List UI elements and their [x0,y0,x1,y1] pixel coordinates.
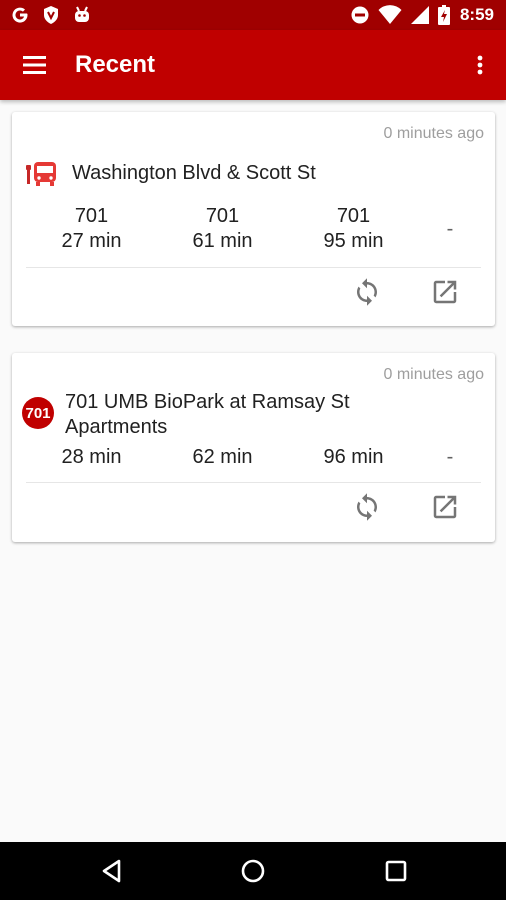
open-external-button[interactable] [430,492,460,522]
open-external-button[interactable] [430,277,460,307]
recents-button[interactable] [381,856,411,886]
arrivals-row: 28 min 62 min 96 min - [26,445,481,470]
more-vert-icon [477,55,483,75]
android-icon [75,6,89,22]
app-bar: Recent [0,30,506,100]
navigation-bar [0,842,506,900]
stop-name-line2: Apartments [65,416,168,438]
stop-card[interactable]: 0 minutes ago Washington Blvd & Scott St… [12,112,495,326]
arrival-item[interactable]: 701 61 min [157,204,288,254]
overflow-menu-button[interactable] [468,50,492,80]
google-icon [12,7,28,23]
divider [26,267,481,268]
stop-name-line1: 701 UMB BioPark at Ramsay St [65,391,350,413]
route-card[interactable]: 0 minutes ago 701 701 UMB BioPark at Ram… [12,353,495,542]
arrival-time: 96 min [323,446,384,468]
bus-stop-icon [26,162,56,186]
arrival-route: 701 [205,205,240,227]
shield-icon [44,6,58,24]
hamburger-menu-icon [23,56,46,74]
open-external-icon [433,280,457,304]
timestamp: 0 minutes ago [383,125,484,142]
arrival-item[interactable]: 62 min [157,445,288,470]
arrival-time: 62 min [192,446,253,468]
stop-name: Washington Blvd & Scott St [72,162,316,184]
back-icon [102,859,121,883]
refresh-button[interactable] [352,277,382,307]
arrival-item[interactable]: 701 27 min [26,204,157,254]
home-button[interactable] [238,856,268,886]
arrivals-row: 701 27 min 701 61 min 701 95 min - [26,204,481,254]
empty-arrival: - [446,446,454,468]
stop-name: 701 UMB BioPark at Ramsay St Apartments [65,390,350,440]
back-button[interactable] [97,856,127,886]
wifi-icon [378,5,402,24]
refresh-button[interactable] [352,492,382,522]
refresh-icon [357,493,377,521]
page-title: Recent [75,51,156,78]
battery-icon [437,5,450,25]
arrival-item[interactable]: 701 95 min [288,204,419,254]
status-bar: 8:59 [0,0,506,30]
refresh-icon [357,278,377,306]
clock: 8:59 [459,5,494,24]
signal-icon [410,6,429,24]
arrival-item[interactable]: 96 min [288,445,419,470]
home-icon [241,859,265,883]
empty-arrival: - [446,218,454,240]
arrival-time: 61 min [192,230,253,252]
menu-button[interactable] [18,50,52,80]
route-badge: 701 [22,397,54,429]
arrival-route: 701 [336,205,371,227]
recents-icon [385,860,407,882]
arrival-time: 95 min [323,230,384,252]
divider [26,482,481,483]
open-external-icon [433,495,457,519]
timestamp: 0 minutes ago [383,366,484,383]
arrival-time: 27 min [61,230,122,252]
arrival-item[interactable]: 28 min [26,445,157,470]
arrival-route: 701 [74,205,109,227]
do-not-disturb-icon [351,6,369,24]
arrival-time: 28 min [61,446,122,468]
